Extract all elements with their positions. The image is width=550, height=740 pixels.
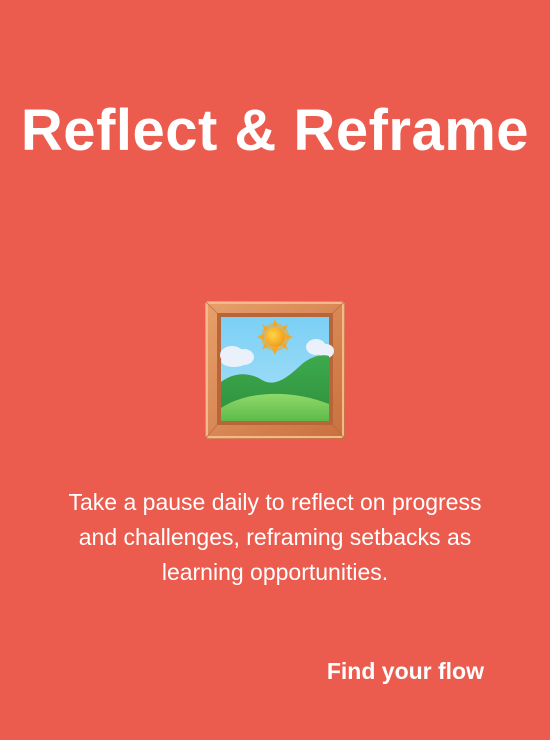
- framed-picture-icon: [204, 300, 346, 440]
- description-text: Take a pause daily to reflect on progres…: [68, 489, 482, 585]
- find-your-flow-button[interactable]: Find your flow: [327, 655, 484, 687]
- page-title: Reflect & Reframe: [20, 98, 530, 163]
- onboarding-card: Reflect & Reframe Take a pause daily to …: [0, 0, 550, 740]
